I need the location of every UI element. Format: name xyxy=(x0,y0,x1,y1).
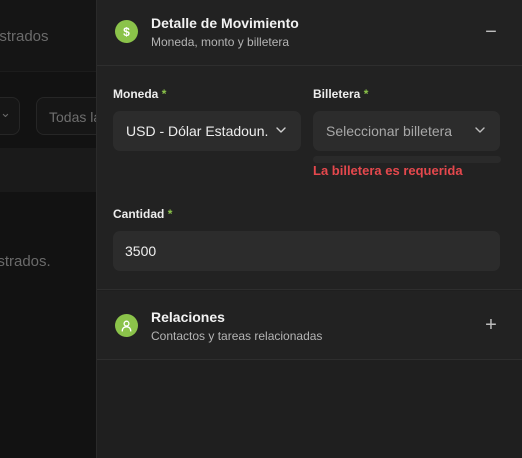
required-mark: * xyxy=(363,87,369,101)
relations-section-subtitle: Contactos y tareas relacionadas xyxy=(151,329,323,343)
currency-selected-value: USD - Dólar Estadoun... xyxy=(126,123,268,139)
wallet-select[interactable]: Seleccionar billetera xyxy=(313,111,500,151)
background-header: istrados xyxy=(0,0,96,72)
expand-icon[interactable]: + xyxy=(479,313,503,337)
movement-side-panel: $ Detalle de Movimiento Moneda, monto y … xyxy=(96,0,522,458)
background-status-filter: Todas la xyxy=(36,97,96,135)
user-icon xyxy=(115,314,138,337)
currency-label-text: Moneda xyxy=(113,87,159,101)
background-table-header xyxy=(0,148,96,192)
wallet-select-placeholder: Seleccionar billetera xyxy=(326,123,453,139)
amount-label: Cantidad * xyxy=(113,207,172,221)
wallet-dropdown-shadow xyxy=(313,156,501,163)
chevron-down-icon xyxy=(276,127,286,133)
currency-select[interactable]: USD - Dólar Estadoun... xyxy=(113,111,301,151)
panel-empty-area xyxy=(97,361,522,458)
amount-label-text: Cantidad xyxy=(113,207,165,221)
required-mark: * xyxy=(167,207,173,221)
detail-section-subtitle: Moneda, monto y billetera xyxy=(151,35,290,49)
relations-section-header[interactable]: Relaciones Contactos y tareas relacionad… xyxy=(97,291,522,360)
detail-section: $ Detalle de Movimiento Moneda, monto y … xyxy=(97,0,522,290)
wallet-error-message: La billetera es requerida xyxy=(313,163,463,178)
currency-label: Moneda * xyxy=(113,87,166,101)
collapse-icon[interactable]: − xyxy=(479,20,503,44)
relations-section-title: Relaciones xyxy=(151,309,225,325)
wallet-label-text: Billetera xyxy=(313,87,361,101)
background-empty-message: istrados. xyxy=(0,253,51,270)
wallet-label: Billetera * xyxy=(313,87,368,101)
background-page: istrados ⌄ Todas la istrados. xyxy=(0,0,96,458)
dollar-icon: $ xyxy=(115,20,138,43)
chevron-down-icon xyxy=(475,127,485,133)
amount-input[interactable] xyxy=(113,231,500,271)
detail-section-header[interactable]: $ Detalle de Movimiento Moneda, monto y … xyxy=(97,0,522,66)
background-heading: istrados xyxy=(0,28,49,45)
detail-section-title: Detalle de Movimiento xyxy=(151,15,299,31)
required-mark: * xyxy=(161,87,167,101)
chevron-down-icon: ⌄ xyxy=(0,105,11,120)
